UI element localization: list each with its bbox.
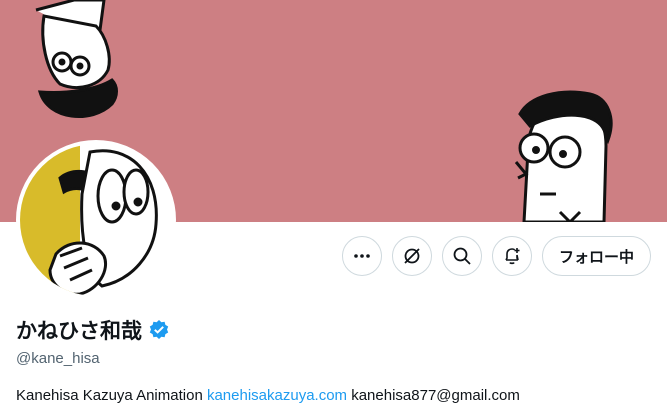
profile-actions: フォロー中	[341, 236, 651, 276]
more-button[interactable]	[341, 236, 382, 276]
bio-email: kanehisa877@gmail.com	[351, 387, 520, 404]
bell-plus-icon	[505, 248, 520, 265]
user-handle: @kane_hisa	[16, 350, 100, 367]
grok-button[interactable]	[391, 236, 432, 276]
search-button[interactable]	[441, 236, 482, 276]
search-icon	[453, 247, 471, 265]
grok-icon	[404, 248, 420, 264]
more-horizontal-icon	[354, 254, 370, 258]
name-row: かねひさ和哉	[16, 315, 170, 345]
profile-bio: Kanehisa Kazuya Animation kanehisakazuya…	[16, 387, 520, 404]
following-button[interactable]: フォロー中	[541, 236, 651, 276]
profile-avatar[interactable]	[16, 140, 176, 300]
notify-button[interactable]	[491, 236, 532, 276]
bio-link[interactable]: kanehisakazuya.com	[207, 387, 347, 404]
bio-text: Kanehisa Kazuya Animation	[16, 387, 203, 404]
display-name: かねひさ和哉	[16, 319, 142, 343]
cartoon-character-glasses	[514, 90, 613, 222]
avatar-illustration	[20, 144, 172, 296]
verified-badge-icon[interactable]	[148, 319, 170, 341]
